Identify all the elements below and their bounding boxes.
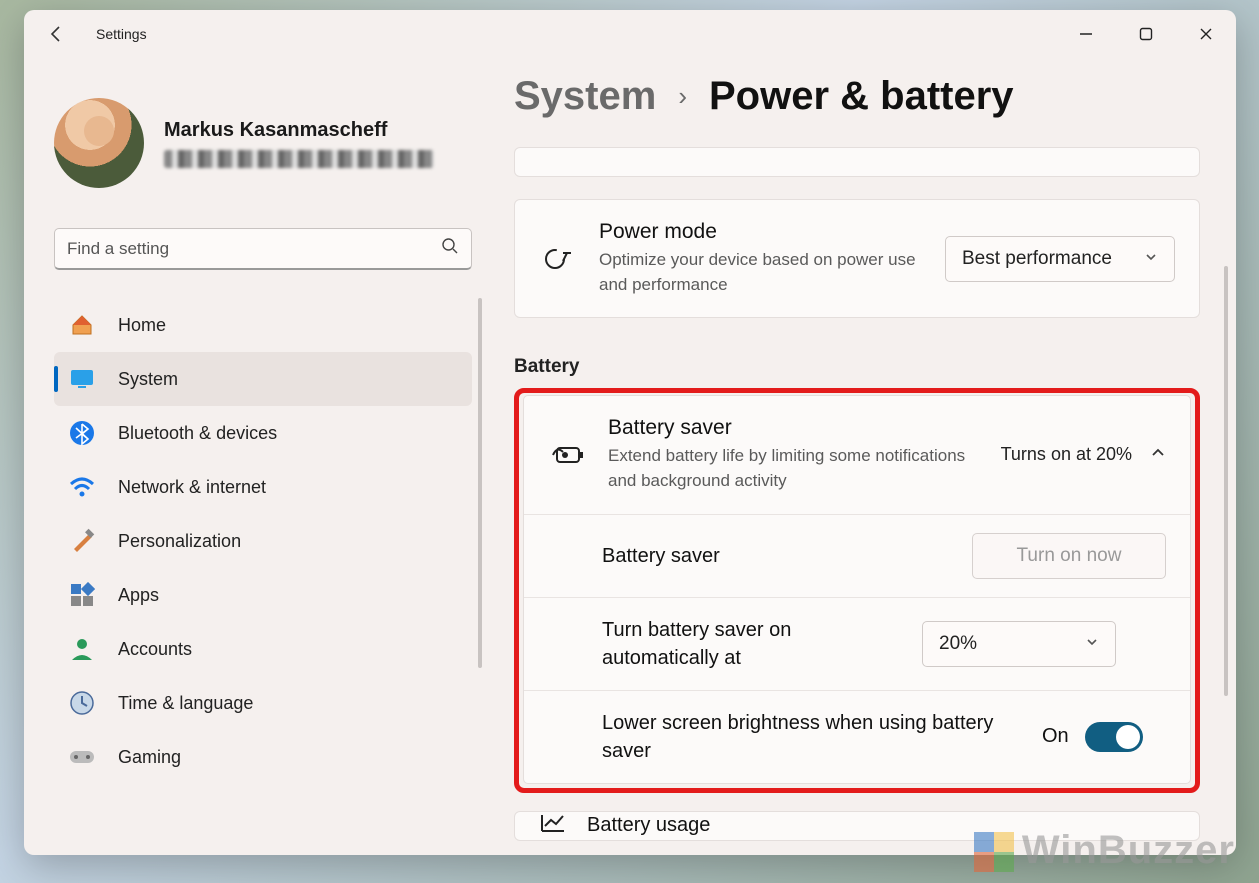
battery-saver-icon xyxy=(548,444,588,466)
turn-on-now-button[interactable]: Turn on now xyxy=(972,533,1166,579)
back-button[interactable] xyxy=(40,24,74,44)
sidebar-item-accounts[interactable]: Accounts xyxy=(54,622,472,676)
maximize-button[interactable] xyxy=(1116,10,1176,58)
apps-icon xyxy=(68,581,96,609)
battery-usage-title: Battery usage xyxy=(587,814,710,837)
lower-brightness-toggle[interactable] xyxy=(1085,722,1143,752)
sidebar-item-system[interactable]: System xyxy=(54,352,472,406)
auto-on-label: Turn battery saver on automatically at xyxy=(602,616,902,672)
sidebar-item-time-language[interactable]: Time & language xyxy=(54,676,472,730)
battery-saver-status: Turns on at 20% xyxy=(1001,444,1132,465)
search-icon xyxy=(441,237,459,260)
battery-saver-sub-label: Battery saver xyxy=(602,542,952,570)
gamepad-icon xyxy=(68,743,96,771)
profile-name: Markus Kasanmascheff xyxy=(164,119,434,142)
auto-on-value: 20% xyxy=(939,633,977,655)
power-mode-card: Power mode Optimize your device based on… xyxy=(514,199,1200,318)
bluetooth-icon xyxy=(68,419,96,447)
battery-section-heading: Battery xyxy=(514,356,1200,378)
clock-globe-icon xyxy=(68,689,96,717)
sidebar-item-gaming[interactable]: Gaming xyxy=(54,730,472,784)
chevron-down-icon xyxy=(1085,633,1099,655)
sidebar-item-home[interactable]: Home xyxy=(54,298,472,352)
watermark: WinBuzzer xyxy=(974,828,1235,873)
minimize-button[interactable] xyxy=(1056,10,1116,58)
sidebar: Markus Kasanmascheff Find a setting Home xyxy=(24,58,484,855)
sidebar-item-label: Gaming xyxy=(118,747,181,768)
app-title: Settings xyxy=(96,26,147,42)
lower-brightness-label: Lower screen brightness when using batte… xyxy=(602,709,1022,765)
sidebar-item-network[interactable]: Network & internet xyxy=(54,460,472,514)
battery-saver-title: Battery saver xyxy=(608,416,981,440)
power-mode-icon xyxy=(539,247,579,271)
brush-icon xyxy=(68,527,96,555)
search-input[interactable]: Find a setting xyxy=(54,228,472,270)
power-mode-select[interactable]: Best performance xyxy=(945,236,1175,282)
sidebar-item-bluetooth[interactable]: Bluetooth & devices xyxy=(54,406,472,460)
sidebar-item-label: Time & language xyxy=(118,693,253,714)
nav: Home System Bluetooth & devices xyxy=(54,298,472,784)
sidebar-item-label: Accounts xyxy=(118,639,192,660)
sidebar-item-label: Network & internet xyxy=(118,477,266,498)
home-icon xyxy=(68,311,96,339)
sidebar-item-label: Personalization xyxy=(118,531,241,552)
sidebar-item-label: Apps xyxy=(118,585,159,606)
toggle-state-text: On xyxy=(1042,725,1069,748)
person-icon xyxy=(68,635,96,663)
settings-window: Settings Markus Kasanmascheff F xyxy=(24,10,1236,855)
breadcrumb: System › Power & battery xyxy=(514,74,1200,119)
content-scrollbar[interactable] xyxy=(1224,266,1228,696)
battery-saver-desc: Extend battery life by limiting some not… xyxy=(608,444,981,493)
watermark-logo-icon xyxy=(974,832,1014,872)
sidebar-scrollbar[interactable] xyxy=(478,298,482,668)
breadcrumb-root[interactable]: System xyxy=(514,74,656,119)
page-title: Power & battery xyxy=(709,74,1014,119)
sidebar-item-personalization[interactable]: Personalization xyxy=(54,514,472,568)
chevron-up-icon xyxy=(1150,444,1166,465)
power-mode-title: Power mode xyxy=(599,220,925,244)
sidebar-item-label: Bluetooth & devices xyxy=(118,423,277,444)
annotation-highlight: Battery saver Extend battery life by lim… xyxy=(514,388,1200,792)
power-mode-value: Best performance xyxy=(962,248,1112,270)
profile-email-redacted xyxy=(164,150,434,168)
sidebar-item-apps[interactable]: Apps xyxy=(54,568,472,622)
titlebar: Settings xyxy=(24,10,1236,58)
battery-saver-expander[interactable]: Battery saver Extend battery life by lim… xyxy=(524,396,1190,513)
system-icon xyxy=(68,365,96,393)
chevron-down-icon xyxy=(1144,248,1158,270)
main-content: System › Power & battery Power mode Opti… xyxy=(484,58,1236,855)
sidebar-item-label: System xyxy=(118,369,178,390)
avatar xyxy=(54,98,144,188)
chevron-right-icon: › xyxy=(678,81,687,112)
sidebar-item-label: Home xyxy=(118,315,166,336)
close-button[interactable] xyxy=(1176,10,1236,58)
power-mode-desc: Optimize your device based on power use … xyxy=(599,248,925,297)
chart-icon xyxy=(539,812,567,839)
toggle-knob xyxy=(1116,725,1140,749)
search-placeholder: Find a setting xyxy=(67,239,441,259)
wifi-icon xyxy=(68,473,96,501)
previous-card-cutoff xyxy=(514,147,1200,177)
auto-on-select[interactable]: 20% xyxy=(922,621,1116,667)
profile-block[interactable]: Markus Kasanmascheff xyxy=(54,68,484,208)
